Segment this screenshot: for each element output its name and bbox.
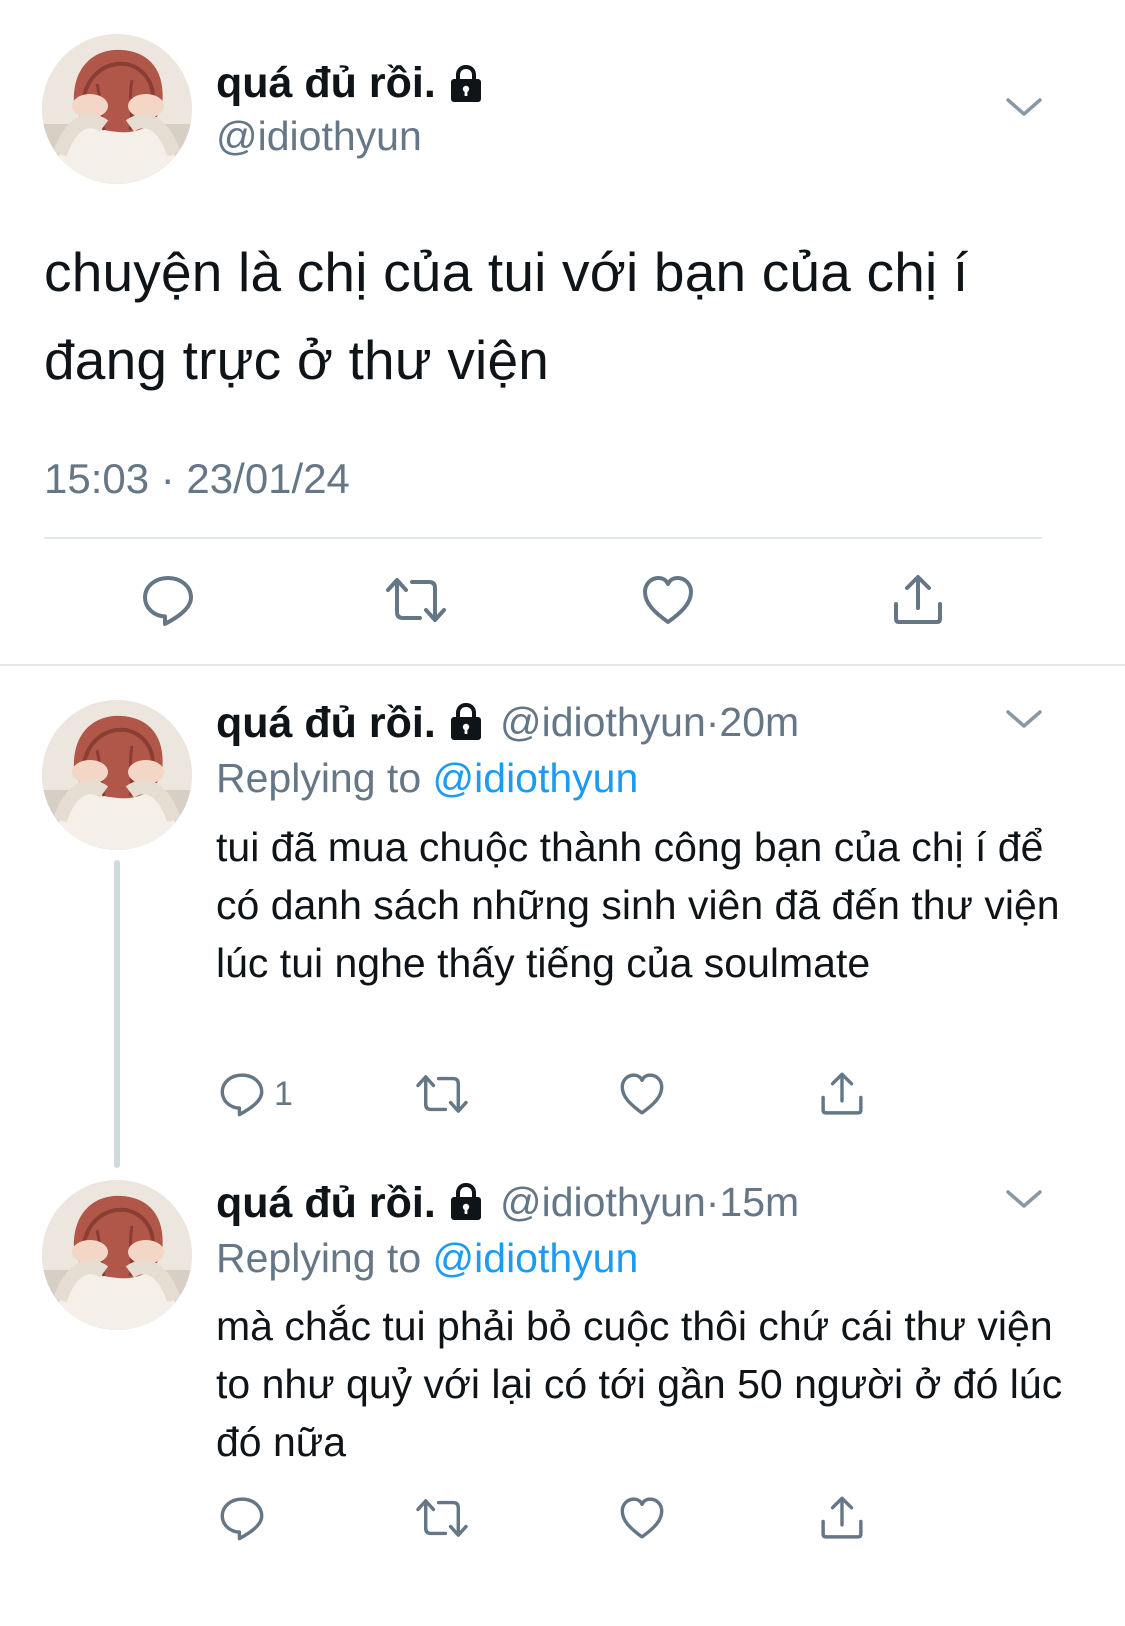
reply-meta[interactable]: @idiothyun·15m — [500, 1182, 799, 1223]
avatar[interactable] — [42, 34, 192, 184]
retweet-icon — [414, 1070, 470, 1118]
replying-prefix: Replying to — [216, 1235, 422, 1281]
retweet-icon — [414, 1494, 470, 1542]
chevron-down-icon[interactable] — [1004, 708, 1044, 732]
tweet-text: chuyện là chị của tui với bạn của chị í … — [44, 241, 969, 391]
meta-separator: · — [705, 1179, 720, 1225]
display-name[interactable]: quá đủ rồi. — [216, 1182, 436, 1225]
share-button[interactable] — [818, 1070, 866, 1118]
share-icon — [818, 1070, 866, 1118]
reply-button[interactable] — [140, 572, 196, 628]
replying-to: Replying to @idiothyun — [216, 1238, 638, 1279]
reply-text: tui đã mua chuộc thành công bạn của chị … — [216, 824, 1060, 986]
replying-prefix: Replying to — [216, 755, 422, 801]
share-button[interactable] — [818, 1494, 866, 1542]
user-handle[interactable]: @idiothyun — [500, 699, 706, 745]
share-icon — [890, 572, 946, 628]
chevron-down-icon[interactable] — [1004, 1188, 1044, 1212]
like-button[interactable] — [618, 1070, 666, 1118]
like-icon — [618, 1494, 666, 1542]
lock-icon — [446, 64, 486, 104]
avatar-image — [42, 1180, 192, 1330]
reply-icon — [140, 572, 196, 628]
like-button[interactable] — [640, 572, 696, 628]
user-handle[interactable]: @idiothyun — [500, 1179, 706, 1225]
reply-meta[interactable]: @idiothyun·20m — [500, 702, 799, 743]
reply-text: mà chắc tui phải bỏ cuộc thôi chứ cái th… — [216, 1303, 1063, 1465]
relative-time[interactable]: 15m — [719, 1179, 799, 1225]
chevron-down-icon[interactable] — [1004, 96, 1044, 120]
reply-count: 1 — [274, 1075, 293, 1113]
tweet-timestamp[interactable]: 15:03 · 23/01/24 — [44, 458, 350, 500]
share-icon — [818, 1494, 866, 1542]
avatar[interactable] — [42, 700, 192, 850]
display-name[interactable]: quá đủ rồi. — [216, 702, 436, 745]
retweet-button[interactable] — [414, 1494, 470, 1542]
relative-time[interactable]: 20m — [719, 699, 799, 745]
like-icon — [640, 572, 696, 628]
replying-to: Replying to @idiothyun — [216, 758, 638, 799]
avatar-image — [42, 700, 192, 850]
avatar-image — [42, 34, 192, 184]
retweet-icon — [384, 572, 448, 628]
lock-icon — [446, 1182, 486, 1222]
share-button[interactable] — [890, 572, 946, 628]
thread-line — [114, 860, 120, 1168]
reply-icon — [218, 1494, 266, 1542]
section-divider — [0, 664, 1125, 666]
avatar[interactable] — [42, 1180, 192, 1330]
reply-button[interactable]: 1 — [218, 1070, 293, 1118]
divider — [44, 537, 1042, 539]
lock-icon — [446, 702, 486, 742]
reply-button[interactable] — [218, 1494, 266, 1542]
retweet-button[interactable] — [414, 1070, 470, 1118]
retweet-button[interactable] — [384, 572, 448, 628]
like-icon — [618, 1070, 666, 1118]
display-name[interactable]: quá đủ rồi. — [216, 62, 436, 105]
reply-icon — [218, 1070, 266, 1118]
user-handle[interactable]: @idiothyun — [216, 116, 422, 157]
meta-separator: · — [705, 699, 720, 745]
like-button[interactable] — [618, 1494, 666, 1542]
replying-handle-link[interactable]: @idiothyun — [433, 755, 639, 801]
replying-handle-link[interactable]: @idiothyun — [433, 1235, 639, 1281]
